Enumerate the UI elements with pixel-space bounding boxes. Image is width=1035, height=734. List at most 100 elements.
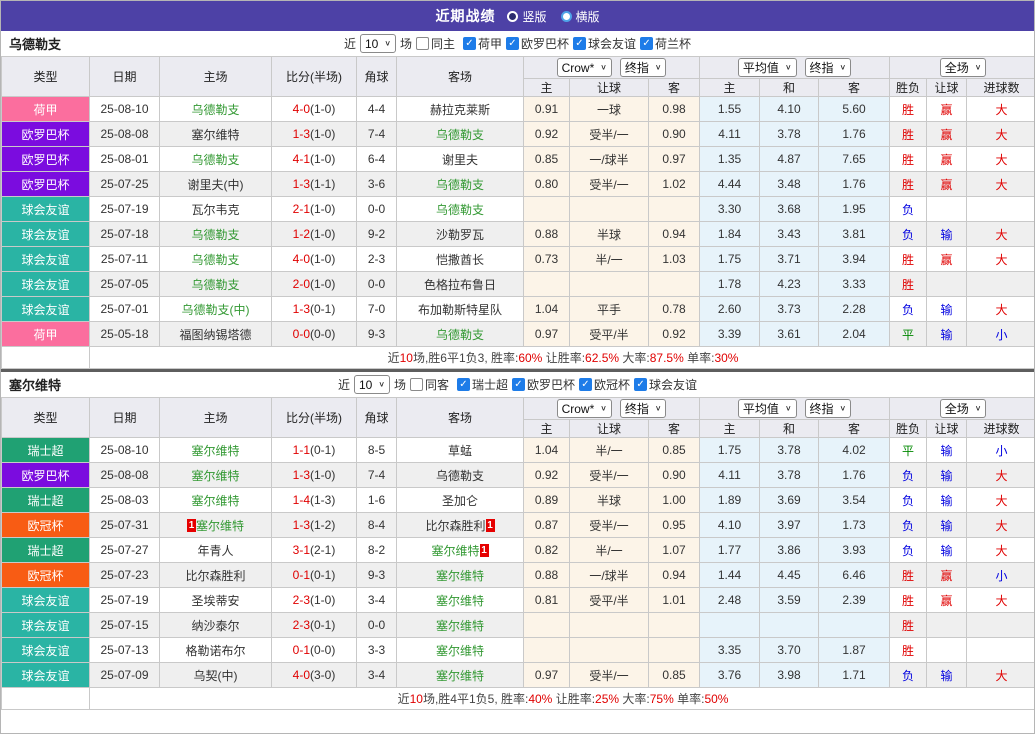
handicap-line: 受平/半: [570, 588, 649, 613]
away-team-name: 塞尔维特: [431, 544, 479, 558]
fulltime-score: 1-3: [293, 177, 310, 191]
final-odds-select[interactable]: 终指: [620, 58, 667, 77]
near-label: 近: [338, 376, 350, 393]
bookmaker-select[interactable]: Crow*: [557, 399, 612, 418]
checkbox-checked-icon[interactable]: [573, 37, 586, 50]
match-date: 25-07-19: [90, 197, 160, 222]
fulltime-score: 1-1: [293, 443, 310, 457]
avg-draw-odds: [760, 613, 819, 638]
home-team-name: 乌德勒支(中): [182, 303, 250, 317]
result-goals: 小: [967, 563, 1035, 588]
away-team-name: 比尔森胜利: [425, 519, 485, 533]
competition-filter[interactable]: 欧罗巴杯: [512, 376, 575, 393]
home-team-name: 乌德勒支: [191, 153, 239, 167]
checkbox-checked-icon[interactable]: [640, 37, 653, 50]
checkbox-checked-icon[interactable]: [579, 378, 592, 391]
radio-selected-icon[interactable]: [507, 11, 518, 22]
recent-games-select[interactable]: 10: [360, 34, 396, 53]
recent-games-select[interactable]: 10: [354, 375, 390, 394]
result-goals: [967, 638, 1035, 663]
avg-home-odds: 1.84: [700, 222, 760, 247]
halftime-score: (1-3): [310, 493, 335, 507]
handicap-home-odds: 0.82: [524, 538, 570, 563]
radio-unselected-icon[interactable]: [561, 11, 572, 22]
average-select[interactable]: 平均值: [738, 399, 797, 418]
home-team-name: 乌德勒支: [191, 103, 239, 117]
checkbox-checked-icon[interactable]: [512, 378, 525, 391]
result-handicap: 输: [927, 663, 967, 688]
halftime-score: (2-1): [310, 543, 335, 557]
halftime-score: (0-1): [310, 302, 335, 316]
competition-filter[interactable]: 球会友谊: [634, 376, 697, 393]
vertical-layout-label: 竖版: [522, 8, 546, 25]
average-value: 平均值: [743, 59, 779, 76]
result-handicap: 输: [927, 438, 967, 463]
checkbox-checked-icon[interactable]: [463, 37, 476, 50]
fulltime-score: 1-3: [293, 468, 310, 482]
match-row: 荷甲 25-08-10 乌德勒支 4-0(1-0) 4-4 赫拉克莱斯 0.91…: [2, 97, 1035, 122]
competition-filter[interactable]: 瑞士超: [457, 376, 508, 393]
match-date: 25-07-11: [90, 247, 160, 272]
competition-badge: 球会友谊: [2, 663, 90, 688]
col-header-type: 类型: [2, 398, 90, 438]
col-header-type: 类型: [2, 57, 90, 97]
handicap-line: 一/球半: [570, 147, 649, 172]
away-team-name: 乌德勒支: [436, 469, 484, 483]
competition-filter[interactable]: 球会友谊: [573, 35, 636, 52]
competition-filter[interactable]: 欧罗巴杯: [506, 35, 569, 52]
col-header-date: 日期: [90, 57, 160, 97]
subcol-avg-draw: 和: [760, 79, 819, 97]
away-team-name: 乌德勒支: [436, 178, 484, 192]
competition-filter[interactable]: 欧冠杯: [579, 376, 630, 393]
subcol-goals: 进球数: [967, 420, 1035, 438]
corner-count: 0-0: [357, 197, 397, 222]
checkbox-checked-icon[interactable]: [506, 37, 519, 50]
checkbox-checked-icon[interactable]: [457, 378, 470, 391]
final-odds-select[interactable]: 终指: [620, 399, 667, 418]
final-odds-select-2[interactable]: 终指: [805, 399, 852, 418]
competition-filter[interactable]: 荷兰杯: [640, 35, 691, 52]
scope-select[interactable]: 全场: [940, 58, 987, 77]
competition-filter[interactable]: 荷甲: [463, 35, 502, 52]
horizontal-layout-radio[interactable]: 横版: [561, 8, 600, 25]
same-venue-filter[interactable]: 同主: [416, 35, 455, 52]
handicap-home-odds: 0.97: [524, 663, 570, 688]
handicap-line: [570, 638, 649, 663]
score-cell: 0-0(0-0): [272, 322, 357, 347]
handicap-home-odds: [524, 272, 570, 297]
recent-results-page: 近期战绩 竖版 横版 乌德勒支 近 10 场 同主 荷甲欧罗巴杯球会友谊荷兰杯 …: [0, 0, 1035, 734]
handicap-home-odds: 0.97: [524, 322, 570, 347]
result-winloss: 胜: [890, 172, 927, 197]
halftime-score: (0-0): [310, 327, 335, 341]
competition-badge: 球会友谊: [2, 197, 90, 222]
avg-home-odds: [700, 613, 760, 638]
avg-home-odds: 1.44: [700, 563, 760, 588]
fulltime-score: 0-0: [293, 327, 310, 341]
home-team-name: 乌德勒支: [191, 253, 239, 267]
scope-select[interactable]: 全场: [940, 399, 987, 418]
fulltime-score: 1-4: [293, 493, 310, 507]
match-row: 球会友谊 25-07-19 圣埃蒂安 2-3(1-0) 3-4 塞尔维特 0.8…: [2, 588, 1035, 613]
section-header: 乌德勒支 近 10 场 同主 荷甲欧罗巴杯球会友谊荷兰杯: [1, 31, 1034, 56]
handicap-line: 受半/一: [570, 513, 649, 538]
same-venue-label: 同主: [431, 35, 455, 52]
checkbox-unchecked-icon[interactable]: [410, 378, 423, 391]
checkbox-checked-icon[interactable]: [634, 378, 647, 391]
summary-spacer: [2, 347, 90, 369]
score-cell: 0-1(0-0): [272, 638, 357, 663]
score-cell: 1-3(1-0): [272, 463, 357, 488]
corner-count: 9-3: [357, 563, 397, 588]
result-goals: 大: [967, 488, 1035, 513]
average-select[interactable]: 平均值: [738, 58, 797, 77]
result-winloss: 负: [890, 297, 927, 322]
fulltime-score: 2-1: [293, 202, 310, 216]
vertical-layout-radio[interactable]: 竖版: [507, 8, 546, 25]
competition-badge: 欧罗巴杯: [2, 122, 90, 147]
same-venue-filter[interactable]: 同客: [410, 376, 449, 393]
subcol-handicap-line: 让球: [570, 79, 649, 97]
final-odds-select-2[interactable]: 终指: [805, 58, 852, 77]
checkbox-unchecked-icon[interactable]: [416, 37, 429, 50]
bookmaker-select[interactable]: Crow*: [557, 58, 612, 77]
result-winloss: 平: [890, 438, 927, 463]
summary-spacer: [2, 688, 90, 710]
